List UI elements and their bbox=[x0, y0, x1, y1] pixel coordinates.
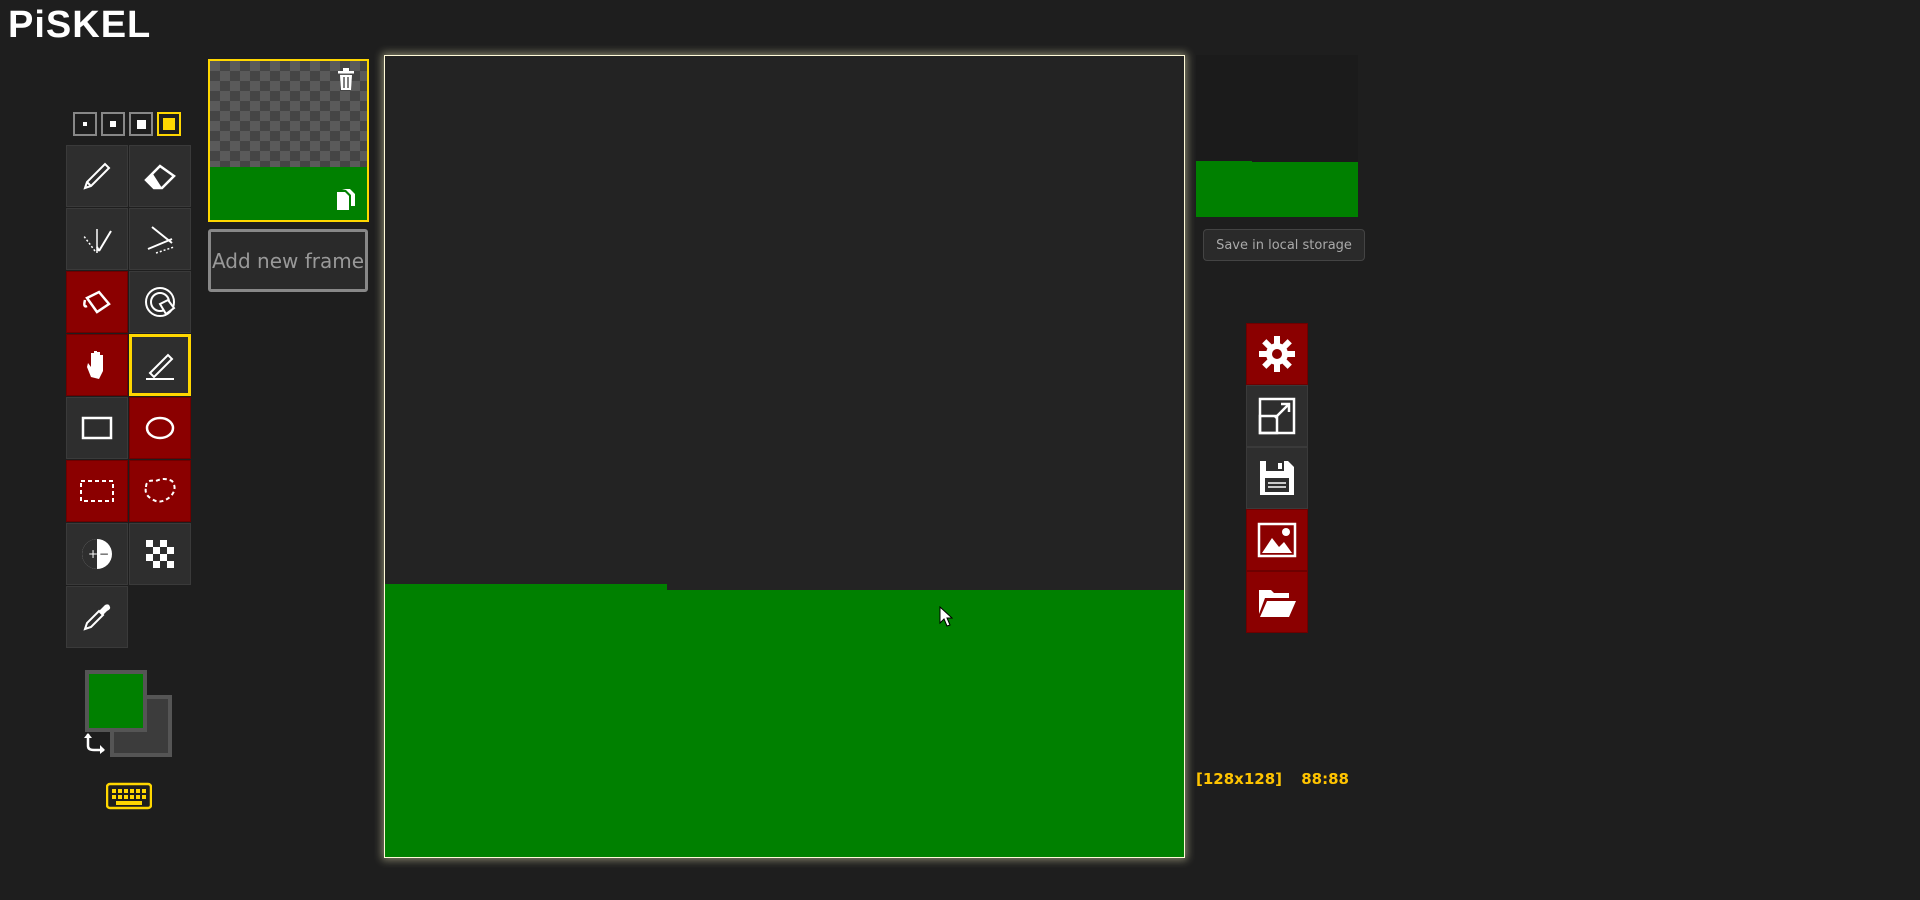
vertical-mirror-pen-tool[interactable] bbox=[66, 208, 128, 270]
rectangle-tool[interactable] bbox=[66, 397, 128, 459]
mouse-cursor-icon bbox=[939, 606, 953, 627]
eraser-icon bbox=[144, 164, 176, 190]
pen-size-4[interactable] bbox=[157, 112, 181, 136]
gear-icon bbox=[1259, 336, 1295, 372]
dithering-tool[interactable] bbox=[129, 523, 191, 585]
pen-tool[interactable] bbox=[129, 334, 191, 396]
pen-selected-icon bbox=[146, 353, 174, 380]
keyboard-shortcuts-icon[interactable] bbox=[106, 782, 152, 810]
trash-icon[interactable] bbox=[335, 67, 357, 91]
lasso-select-tool[interactable] bbox=[129, 460, 191, 522]
animation-preview bbox=[1196, 55, 1358, 217]
pen-size-1[interactable] bbox=[73, 112, 97, 136]
canvas-size-label: [128x128] bbox=[1196, 770, 1283, 788]
eraser-tool[interactable] bbox=[129, 145, 191, 207]
pencil-tool[interactable] bbox=[66, 145, 128, 207]
move-hand-icon bbox=[87, 351, 103, 379]
rectangle-select-icon bbox=[80, 480, 114, 502]
lasso-select-icon bbox=[144, 478, 176, 503]
floppy-save-icon bbox=[1260, 461, 1294, 495]
stroke-tool[interactable] bbox=[129, 208, 191, 270]
app-logo: PiSKEL bbox=[8, 4, 152, 46]
pen-size-2[interactable] bbox=[101, 112, 125, 136]
save-local-storage-button[interactable]: Save in local storage bbox=[1203, 229, 1365, 261]
paint-bucket-icon bbox=[83, 290, 111, 314]
cursor-coordinates-label: 88:88 bbox=[1301, 770, 1349, 788]
primary-color-swatch[interactable] bbox=[85, 670, 147, 732]
rectangle-select-tool[interactable] bbox=[66, 460, 128, 522]
duplicate-frame-icon[interactable] bbox=[335, 188, 357, 212]
piskel-app: PiSKEL + − Add new frame Save in local s… bbox=[0, 0, 1920, 900]
lighten-tool[interactable]: + − bbox=[66, 523, 128, 585]
resize-icon bbox=[1258, 397, 1296, 435]
vertical-mirror-pen-icon bbox=[82, 229, 112, 253]
pencil-icon bbox=[83, 162, 111, 190]
settings-panel bbox=[1246, 323, 1308, 633]
swap-colors-icon[interactable] bbox=[84, 732, 108, 754]
canvas-drawing bbox=[385, 584, 1184, 857]
ellipse-icon bbox=[145, 416, 175, 440]
pen-size-selector bbox=[73, 112, 181, 136]
svg-text:−: − bbox=[99, 547, 109, 561]
export-button[interactable] bbox=[1246, 509, 1308, 571]
settings-button[interactable] bbox=[1246, 323, 1308, 385]
frame-thumbnail[interactable] bbox=[208, 59, 369, 222]
rectangle-icon bbox=[81, 416, 113, 440]
canvas-info: [128x128] 88:88 bbox=[1196, 770, 1363, 788]
folder-open-icon bbox=[1259, 590, 1296, 617]
save-button[interactable] bbox=[1246, 447, 1308, 509]
drawing-canvas[interactable] bbox=[384, 55, 1185, 858]
svg-text:+: + bbox=[88, 547, 98, 561]
resize-button[interactable] bbox=[1246, 385, 1308, 447]
image-export-icon bbox=[1257, 522, 1297, 558]
import-button[interactable] bbox=[1246, 571, 1308, 633]
pen-size-3[interactable] bbox=[129, 112, 153, 136]
dithering-icon bbox=[146, 540, 174, 568]
paint-bucket-tool[interactable] bbox=[66, 271, 128, 333]
ellipse-tool[interactable] bbox=[129, 397, 191, 459]
move-tool[interactable] bbox=[66, 334, 128, 396]
stroke-line-icon bbox=[147, 226, 175, 254]
add-frame-button[interactable]: Add new frame bbox=[208, 229, 368, 292]
paint-same-color-tool[interactable] bbox=[129, 271, 191, 333]
color-picker-tool[interactable] bbox=[66, 586, 128, 648]
color-picker-icon bbox=[83, 604, 111, 631]
lighten-darken-icon: + − bbox=[82, 539, 112, 569]
preview-drawing bbox=[1196, 161, 1358, 217]
paint-all-same-color-icon bbox=[145, 287, 176, 317]
